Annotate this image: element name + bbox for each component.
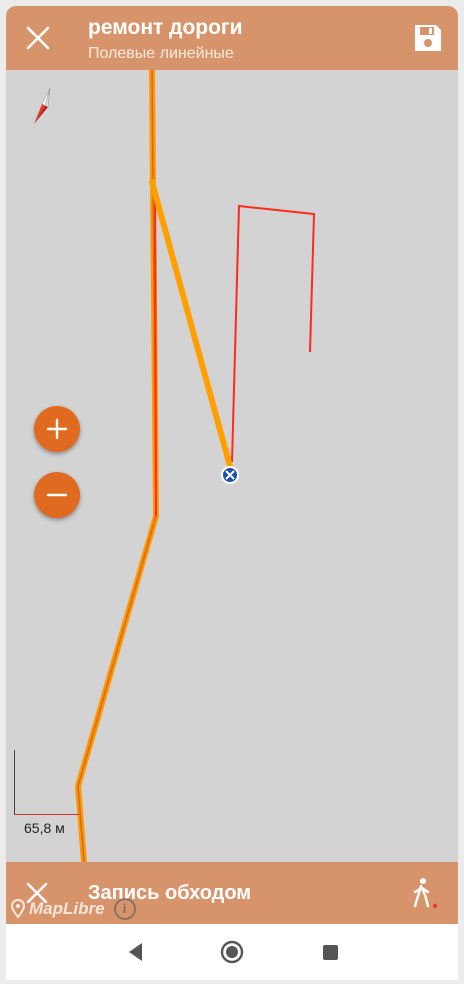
system-navigation-bar bbox=[6, 924, 458, 980]
scale-label: 65,8 м bbox=[24, 820, 65, 836]
page-title: ремонт дороги bbox=[88, 16, 243, 39]
top-app-bar: ремонт дороги Полевые линейные bbox=[6, 6, 458, 70]
attribution-label: MapLibre bbox=[29, 899, 105, 918]
nav-back-button[interactable] bbox=[122, 938, 150, 966]
map-attribution: MapLibre i bbox=[10, 896, 136, 922]
active-track-segment bbox=[149, 179, 234, 473]
current-point-marker[interactable] bbox=[221, 466, 239, 484]
compass-icon bbox=[34, 87, 51, 124]
maplibre-logo-icon bbox=[10, 899, 26, 919]
recents-icon bbox=[323, 945, 338, 960]
recorded-red-track bbox=[154, 189, 157, 517]
plus-icon bbox=[46, 418, 68, 440]
scale-bar-line bbox=[14, 750, 79, 815]
walk-mode-button[interactable] bbox=[408, 876, 440, 910]
page-subtitle: Полевые линейные bbox=[88, 45, 234, 62]
map-view[interactable]: 65,8 м bbox=[6, 70, 458, 862]
compass-button[interactable] bbox=[24, 84, 60, 128]
nav-recents-button[interactable] bbox=[316, 938, 344, 966]
nav-home-button[interactable] bbox=[218, 938, 246, 966]
save-icon bbox=[415, 25, 441, 51]
close-button[interactable] bbox=[22, 22, 54, 54]
walking-person-icon bbox=[413, 878, 438, 909]
close-icon bbox=[26, 26, 50, 50]
minus-icon bbox=[46, 493, 68, 497]
map-tracks-layer bbox=[75, 70, 316, 862]
red-track bbox=[231, 204, 316, 463]
back-icon bbox=[129, 943, 142, 961]
map-scale-bar: 65,8 м bbox=[14, 750, 80, 836]
recording-bar: Запись обходом MapLibre i bbox=[6, 862, 458, 924]
zoom-in-button[interactable] bbox=[34, 406, 80, 452]
save-button[interactable] bbox=[412, 22, 444, 54]
home-icon bbox=[220, 940, 244, 964]
info-icon[interactable]: i bbox=[113, 898, 136, 920]
app-screen: ремонт дороги Полевые линейные 65,8 м За… bbox=[0, 0, 464, 984]
zoom-out-button[interactable] bbox=[34, 472, 80, 518]
road-track-core bbox=[77, 70, 157, 862]
